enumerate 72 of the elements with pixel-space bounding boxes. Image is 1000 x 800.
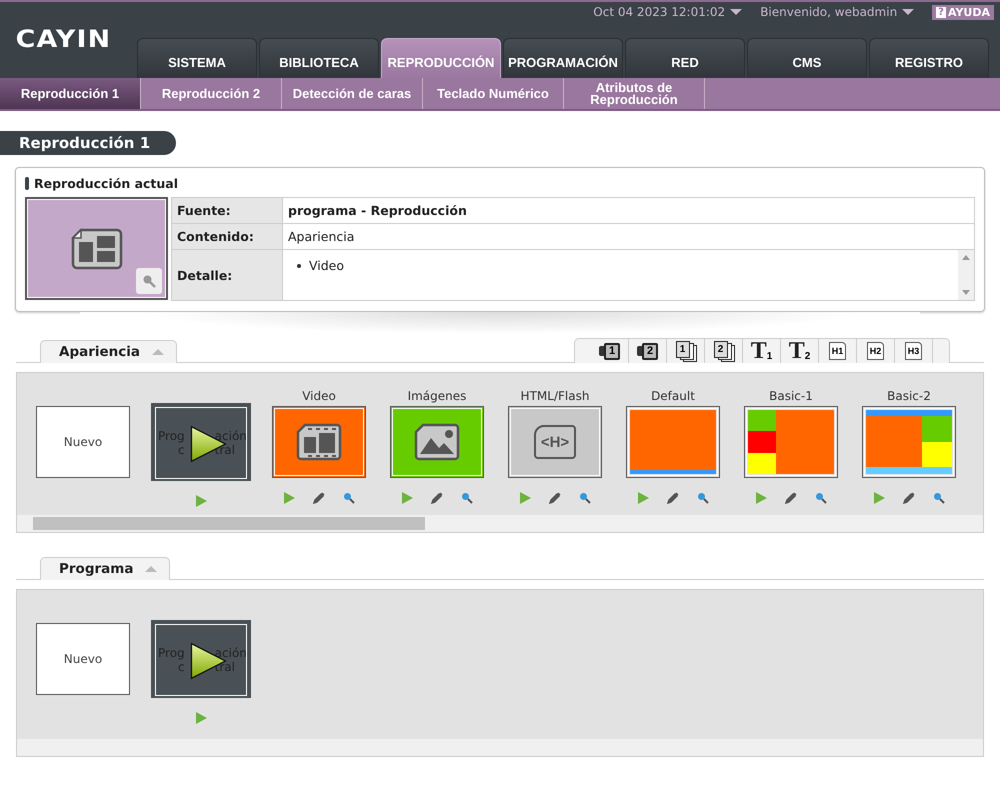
search-icon [142,274,156,288]
title-marker-icon [25,176,29,190]
video-file-icon [296,423,342,461]
page-title: Reproducción 1 [0,131,176,155]
sub-tab[interactable]: Detección de caras [282,78,423,109]
text-button[interactable]: T2 [781,339,819,363]
thumbnail-title: Video [302,389,336,403]
heading-button[interactable]: H3 [895,339,933,363]
thumbnail-title: HTML/Flash [520,389,590,403]
scrollbar[interactable] [958,250,974,300]
bullet-icon [297,264,301,268]
media-thumbnail[interactable] [390,406,484,478]
pencil-icon[interactable] [430,492,442,504]
help-link[interactable]: ? AYUDA [932,4,994,20]
layout-thumbnail[interactable] [862,406,956,478]
scrollbar[interactable] [17,739,983,756]
section-title: Apariencia [59,344,140,360]
sub-tab[interactable]: Teclado Numérico [423,78,564,109]
text-button[interactable]: T1 [743,339,781,363]
camera-button[interactable]: 2 [629,339,667,363]
pencil-icon[interactable] [666,492,678,504]
section-title: Programa [59,561,134,577]
search-icon[interactable] [696,492,708,504]
thumbnail-title: Imágenes [408,389,466,403]
image-file-icon [414,423,460,461]
scrollbar[interactable] [17,515,983,532]
search-icon[interactable] [814,492,826,504]
main-tab[interactable]: REGISTRO [869,38,989,78]
layout-file-icon [70,228,122,270]
sub-tab[interactable]: Atributos de Reproducción [564,78,705,109]
main-tab[interactable]: PROGRAMACIÓN [503,38,623,78]
heading-button[interactable]: H1 [819,339,857,363]
date-time-dropdown[interactable]: Oct 04 2023 12:01:02 [593,5,742,19]
search-icon[interactable] [578,492,590,504]
layout-thumbnail[interactable] [744,406,838,478]
sub-tab[interactable]: Reproducción 1 [0,78,141,109]
field-label: Detalle: [172,250,282,300]
pencil-icon[interactable] [902,492,914,504]
sub-tab[interactable]: Reproducción 2 [141,78,282,109]
new-thumbnail[interactable]: Nuevo [36,623,130,695]
logo: CAYIN [14,24,112,53]
section-tab[interactable]: Apariencia [40,340,178,363]
media-thumbnail[interactable]: <H> [508,406,602,478]
main-tab[interactable]: RED [625,38,745,78]
main-tab[interactable]: SISTEMA [137,38,257,78]
layout-thumbnail[interactable] [626,406,720,478]
thumbnail-title: Default [651,389,695,403]
new-thumbnail[interactable]: Nuevo [36,406,130,478]
pencil-icon[interactable] [312,492,324,504]
html-file-icon: <H> [534,425,576,459]
pages-button[interactable]: 2 [705,339,743,363]
pages-button[interactable]: 1 [667,339,705,363]
main-tab[interactable]: BIBLIOTECA [259,38,379,78]
section-tab[interactable]: Programa [40,557,170,580]
detail-item: Video [309,258,344,273]
panel-title: Reproducción actual [34,176,178,190]
field-value: programa - Reproducción [282,198,974,224]
camera-button[interactable]: 1 [591,339,629,363]
media-thumbnail[interactable] [272,406,366,478]
field-value: Apariencia [282,224,974,250]
search-icon[interactable] [460,492,472,504]
user-menu[interactable]: Bienvenido, webadmin [760,5,914,19]
field-label: Fuente: [172,198,282,224]
field-label: Contenido: [172,224,282,250]
thumbnail-title: Basic-2 [887,389,931,403]
pencil-icon[interactable] [548,492,560,504]
thumbnail-title: Basic-1 [769,389,813,403]
search-icon[interactable] [342,492,354,504]
pencil-icon[interactable] [784,492,796,504]
search-icon[interactable] [932,492,944,504]
heading-button[interactable]: H2 [857,339,895,363]
main-tab[interactable]: CMS [747,38,867,78]
